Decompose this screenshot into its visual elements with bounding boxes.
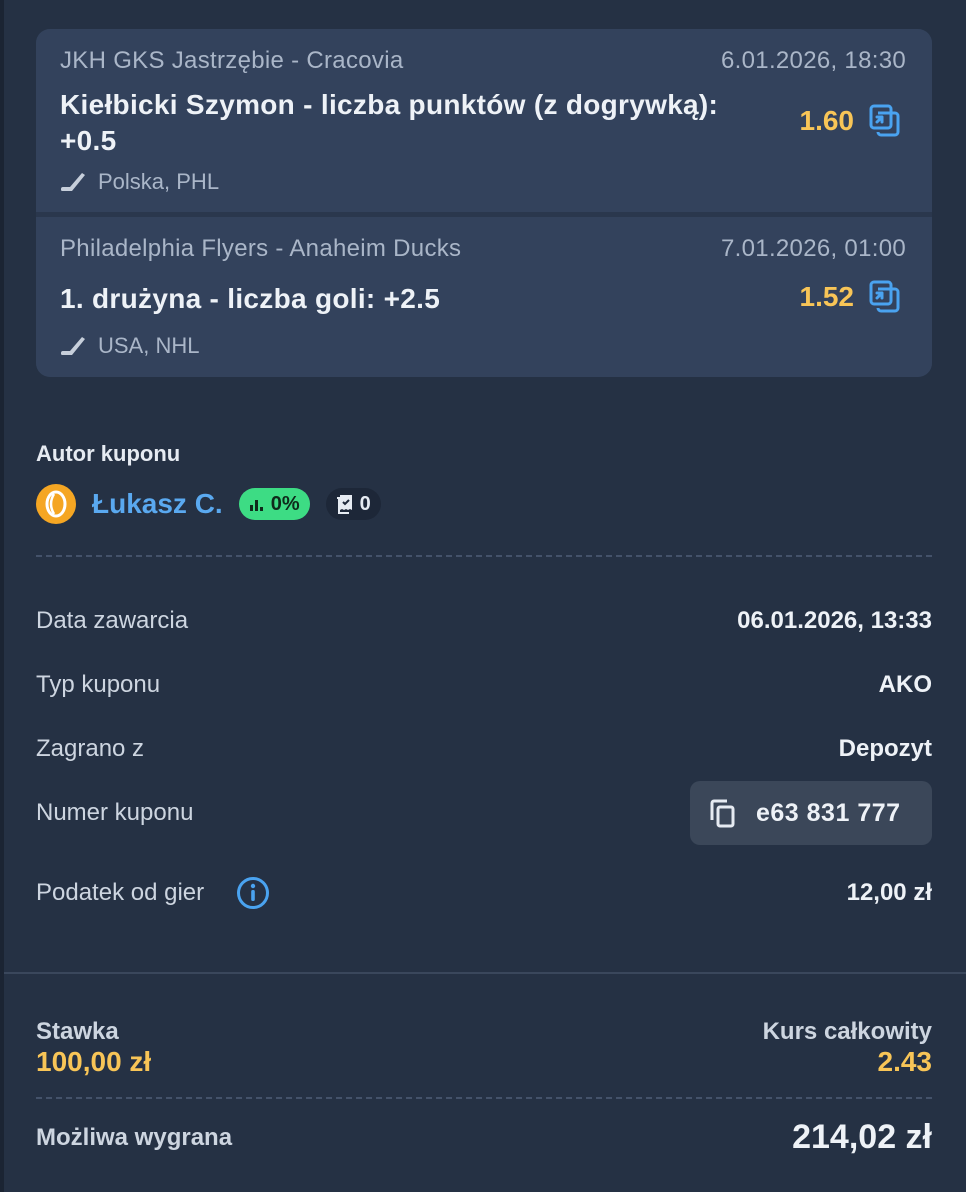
avatar[interactable] <box>36 484 76 524</box>
coupon-icon <box>336 495 352 514</box>
detail-label: Podatek od gier <box>36 879 205 906</box>
copy-to-slip-icon[interactable] <box>868 103 900 137</box>
author-name[interactable]: Łukasz C. <box>92 488 223 520</box>
event-league-label: USA, NHL <box>98 333 200 358</box>
puck-icon <box>45 490 67 518</box>
possible-win-label: Możliwa wygrana <box>36 1124 233 1151</box>
coupon-number: e63 831 777 <box>756 798 901 827</box>
event-market: 1. drużyna - liczba goli: +2.5 <box>60 281 440 317</box>
copy-icon <box>710 799 735 828</box>
event-league: USA, NHL <box>60 333 199 359</box>
divider <box>36 1097 932 1099</box>
author-row: Łukasz C. 0% 0 <box>36 484 381 524</box>
detail-value: AKO <box>878 671 932 698</box>
win-rate-badge: 0% <box>238 488 310 520</box>
event-odds: 1.52 <box>799 281 855 312</box>
event-market-line: Kiełbicki Szymon - liczba punktów (z dog… <box>60 89 719 120</box>
author-heading: Autor kuponu <box>36 441 181 466</box>
stake-label: Stawka <box>36 1018 119 1045</box>
copy-coupon-number-button[interactable]: e63 831 777 <box>690 781 932 845</box>
event-date: 7.01.2026, 01:00 <box>721 235 906 262</box>
win-rate-value: 0% <box>270 492 300 515</box>
event-league: Polska, PHL <box>60 169 219 195</box>
divider <box>4 972 966 974</box>
total-odds-label: Kurs całkowity <box>762 1018 932 1045</box>
coupons-badge: 0 <box>325 488 381 520</box>
event-market: Kiełbicki Szymon - liczba punktów (z dog… <box>60 87 718 159</box>
hockey-stick-icon <box>61 173 85 191</box>
detail-label: Typ kuponu <box>36 671 161 698</box>
bar-chart-icon <box>249 500 263 511</box>
event-market-line: 1. drużyna - liczba goli: +2.5 <box>60 283 441 314</box>
detail-value: 06.01.2026, 13:33 <box>737 607 932 634</box>
possible-win-value: 214,02 zł <box>792 1118 932 1156</box>
detail-value: 12,00 zł <box>846 879 932 906</box>
detail-label: Numer kuponu <box>36 799 194 826</box>
detail-value: Depozyt <box>838 735 932 762</box>
detail-label: Data zawarcia <box>36 607 189 634</box>
event-date: 6.01.2026, 18:30 <box>721 47 906 74</box>
event-teams: Philadelphia Flyers - Anaheim Ducks <box>60 235 462 262</box>
hockey-stick-icon <box>61 337 85 355</box>
event-odds: 1.60 <box>799 105 855 136</box>
event-item[interactable]: Philadelphia Flyers - Anaheim Ducks 7.01… <box>36 217 932 377</box>
stake-value: 100,00 zł <box>36 1046 152 1077</box>
divider <box>36 555 932 557</box>
copy-to-slip-icon[interactable] <box>868 279 900 313</box>
event-league-label: Polska, PHL <box>98 169 220 194</box>
coupons-count: 0 <box>359 492 371 515</box>
total-odds-value: 2.43 <box>877 1046 933 1077</box>
event-item[interactable]: JKH GKS Jastrzębie - Cracovia 6.01.2026,… <box>36 29 932 212</box>
event-market-line: +0.5 <box>60 125 117 156</box>
info-icon[interactable] <box>236 876 270 910</box>
detail-label: Zagrano z <box>36 735 145 762</box>
events-list: JKH GKS Jastrzębie - Cracovia 6.01.2026,… <box>36 29 932 377</box>
event-teams: JKH GKS Jastrzębie - Cracovia <box>60 47 404 74</box>
